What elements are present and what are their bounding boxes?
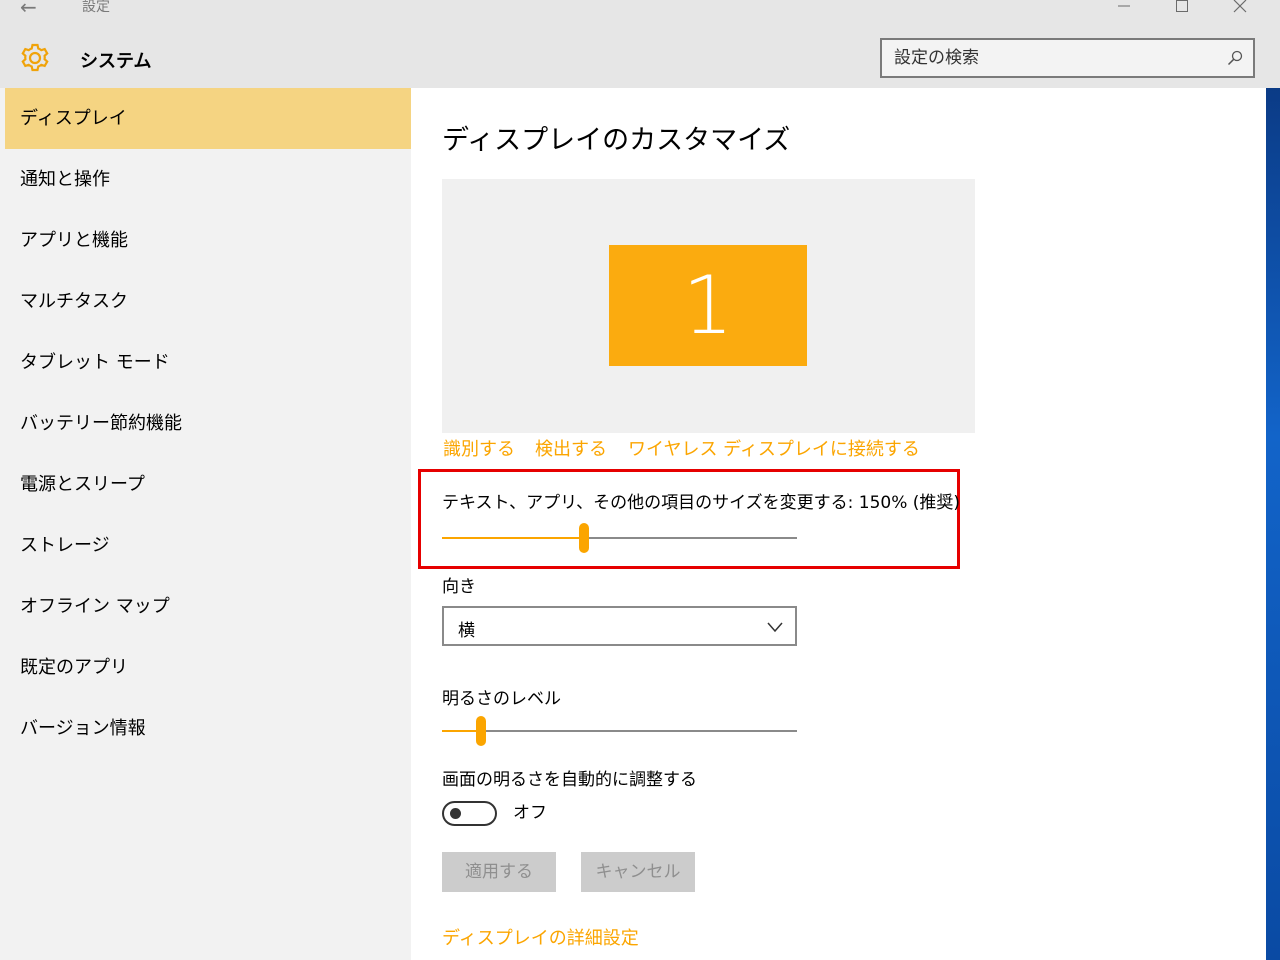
- sidebar-item-multitasking[interactable]: マルチタスク: [5, 271, 411, 332]
- search-box[interactable]: [880, 38, 1255, 78]
- detect-link[interactable]: 検出する: [535, 438, 607, 462]
- brightness-label: 明るさのレベル: [442, 689, 561, 709]
- auto-brightness-label: 画面の明るさを自動的に調整する: [442, 770, 697, 790]
- slider-track: [442, 730, 797, 732]
- maximize-button[interactable]: [1170, 0, 1194, 19]
- scale-slider[interactable]: [442, 521, 797, 555]
- sidebar-item-default-apps[interactable]: 既定のアプリ: [5, 637, 411, 698]
- wireless-display-link[interactable]: ワイヤレス ディスプレイに接続する: [628, 438, 920, 462]
- search-input[interactable]: [894, 40, 1214, 76]
- desktop-background: [1266, 88, 1280, 960]
- toggle-knob: [450, 808, 461, 819]
- maximize-icon: [1176, 0, 1188, 12]
- sidebar-item-storage[interactable]: ストレージ: [5, 515, 411, 576]
- sidebar-item-notifications[interactable]: 通知と操作: [5, 149, 411, 210]
- gear-icon: [21, 43, 49, 72]
- chevron-down-icon: [767, 622, 783, 633]
- sidebar-item-battery-saver[interactable]: バッテリー節約機能: [5, 393, 411, 454]
- minimize-button[interactable]: [1112, 0, 1136, 19]
- slider-thumb[interactable]: [579, 523, 589, 553]
- title-bar: ← 設定 システム: [0, 0, 1280, 88]
- display-preview: 1: [442, 179, 975, 433]
- orientation-value: 横: [458, 621, 475, 641]
- app-title: システム: [80, 51, 152, 72]
- back-button[interactable]: ←: [20, 0, 50, 18]
- scale-label: テキスト、アプリ、その他の項目のサイズを変更する: 150% (推奨): [442, 493, 961, 513]
- orientation-select[interactable]: 横: [442, 606, 797, 646]
- brightness-slider[interactable]: [442, 714, 797, 748]
- advanced-display-settings-link[interactable]: ディスプレイの詳細設定: [442, 924, 639, 950]
- monitor-tile[interactable]: 1: [609, 245, 807, 366]
- sidebar-item-power-sleep[interactable]: 電源とスリープ: [5, 454, 411, 515]
- identify-link[interactable]: 識別する: [443, 438, 515, 462]
- auto-brightness-toggle[interactable]: [442, 801, 497, 826]
- page-title: ディスプレイのカスタマイズ: [442, 125, 791, 156]
- search-icon[interactable]: [1227, 50, 1243, 66]
- back-arrow-icon: ←: [20, 0, 37, 19]
- cancel-button[interactable]: キャンセル: [581, 852, 695, 892]
- sidebar-item-apps[interactable]: アプリと機能: [5, 210, 411, 271]
- main-panel: ディスプレイのカスタマイズ 1 識別する 検出する ワイヤレス ディスプレイに接…: [411, 88, 1266, 960]
- sidebar: ディスプレイ 通知と操作 アプリと機能 マルチタスク タブレット モード バッテ…: [0, 88, 411, 960]
- close-button[interactable]: [1228, 0, 1252, 19]
- sidebar-item-offline-maps[interactable]: オフライン マップ: [5, 576, 411, 637]
- sidebar-item-display[interactable]: ディスプレイ: [5, 88, 411, 149]
- apply-button[interactable]: 適用する: [442, 852, 556, 892]
- close-icon: [1233, 0, 1247, 13]
- minimize-icon: [1118, 5, 1130, 7]
- slider-fill: [442, 537, 584, 539]
- slider-thumb[interactable]: [476, 716, 487, 746]
- orientation-label: 向き: [442, 577, 476, 597]
- toggle-state-text: オフ: [513, 803, 547, 823]
- sidebar-item-about[interactable]: バージョン情報: [5, 698, 411, 759]
- sidebar-item-tablet-mode[interactable]: タブレット モード: [5, 332, 411, 393]
- window-title: 設定: [82, 0, 110, 15]
